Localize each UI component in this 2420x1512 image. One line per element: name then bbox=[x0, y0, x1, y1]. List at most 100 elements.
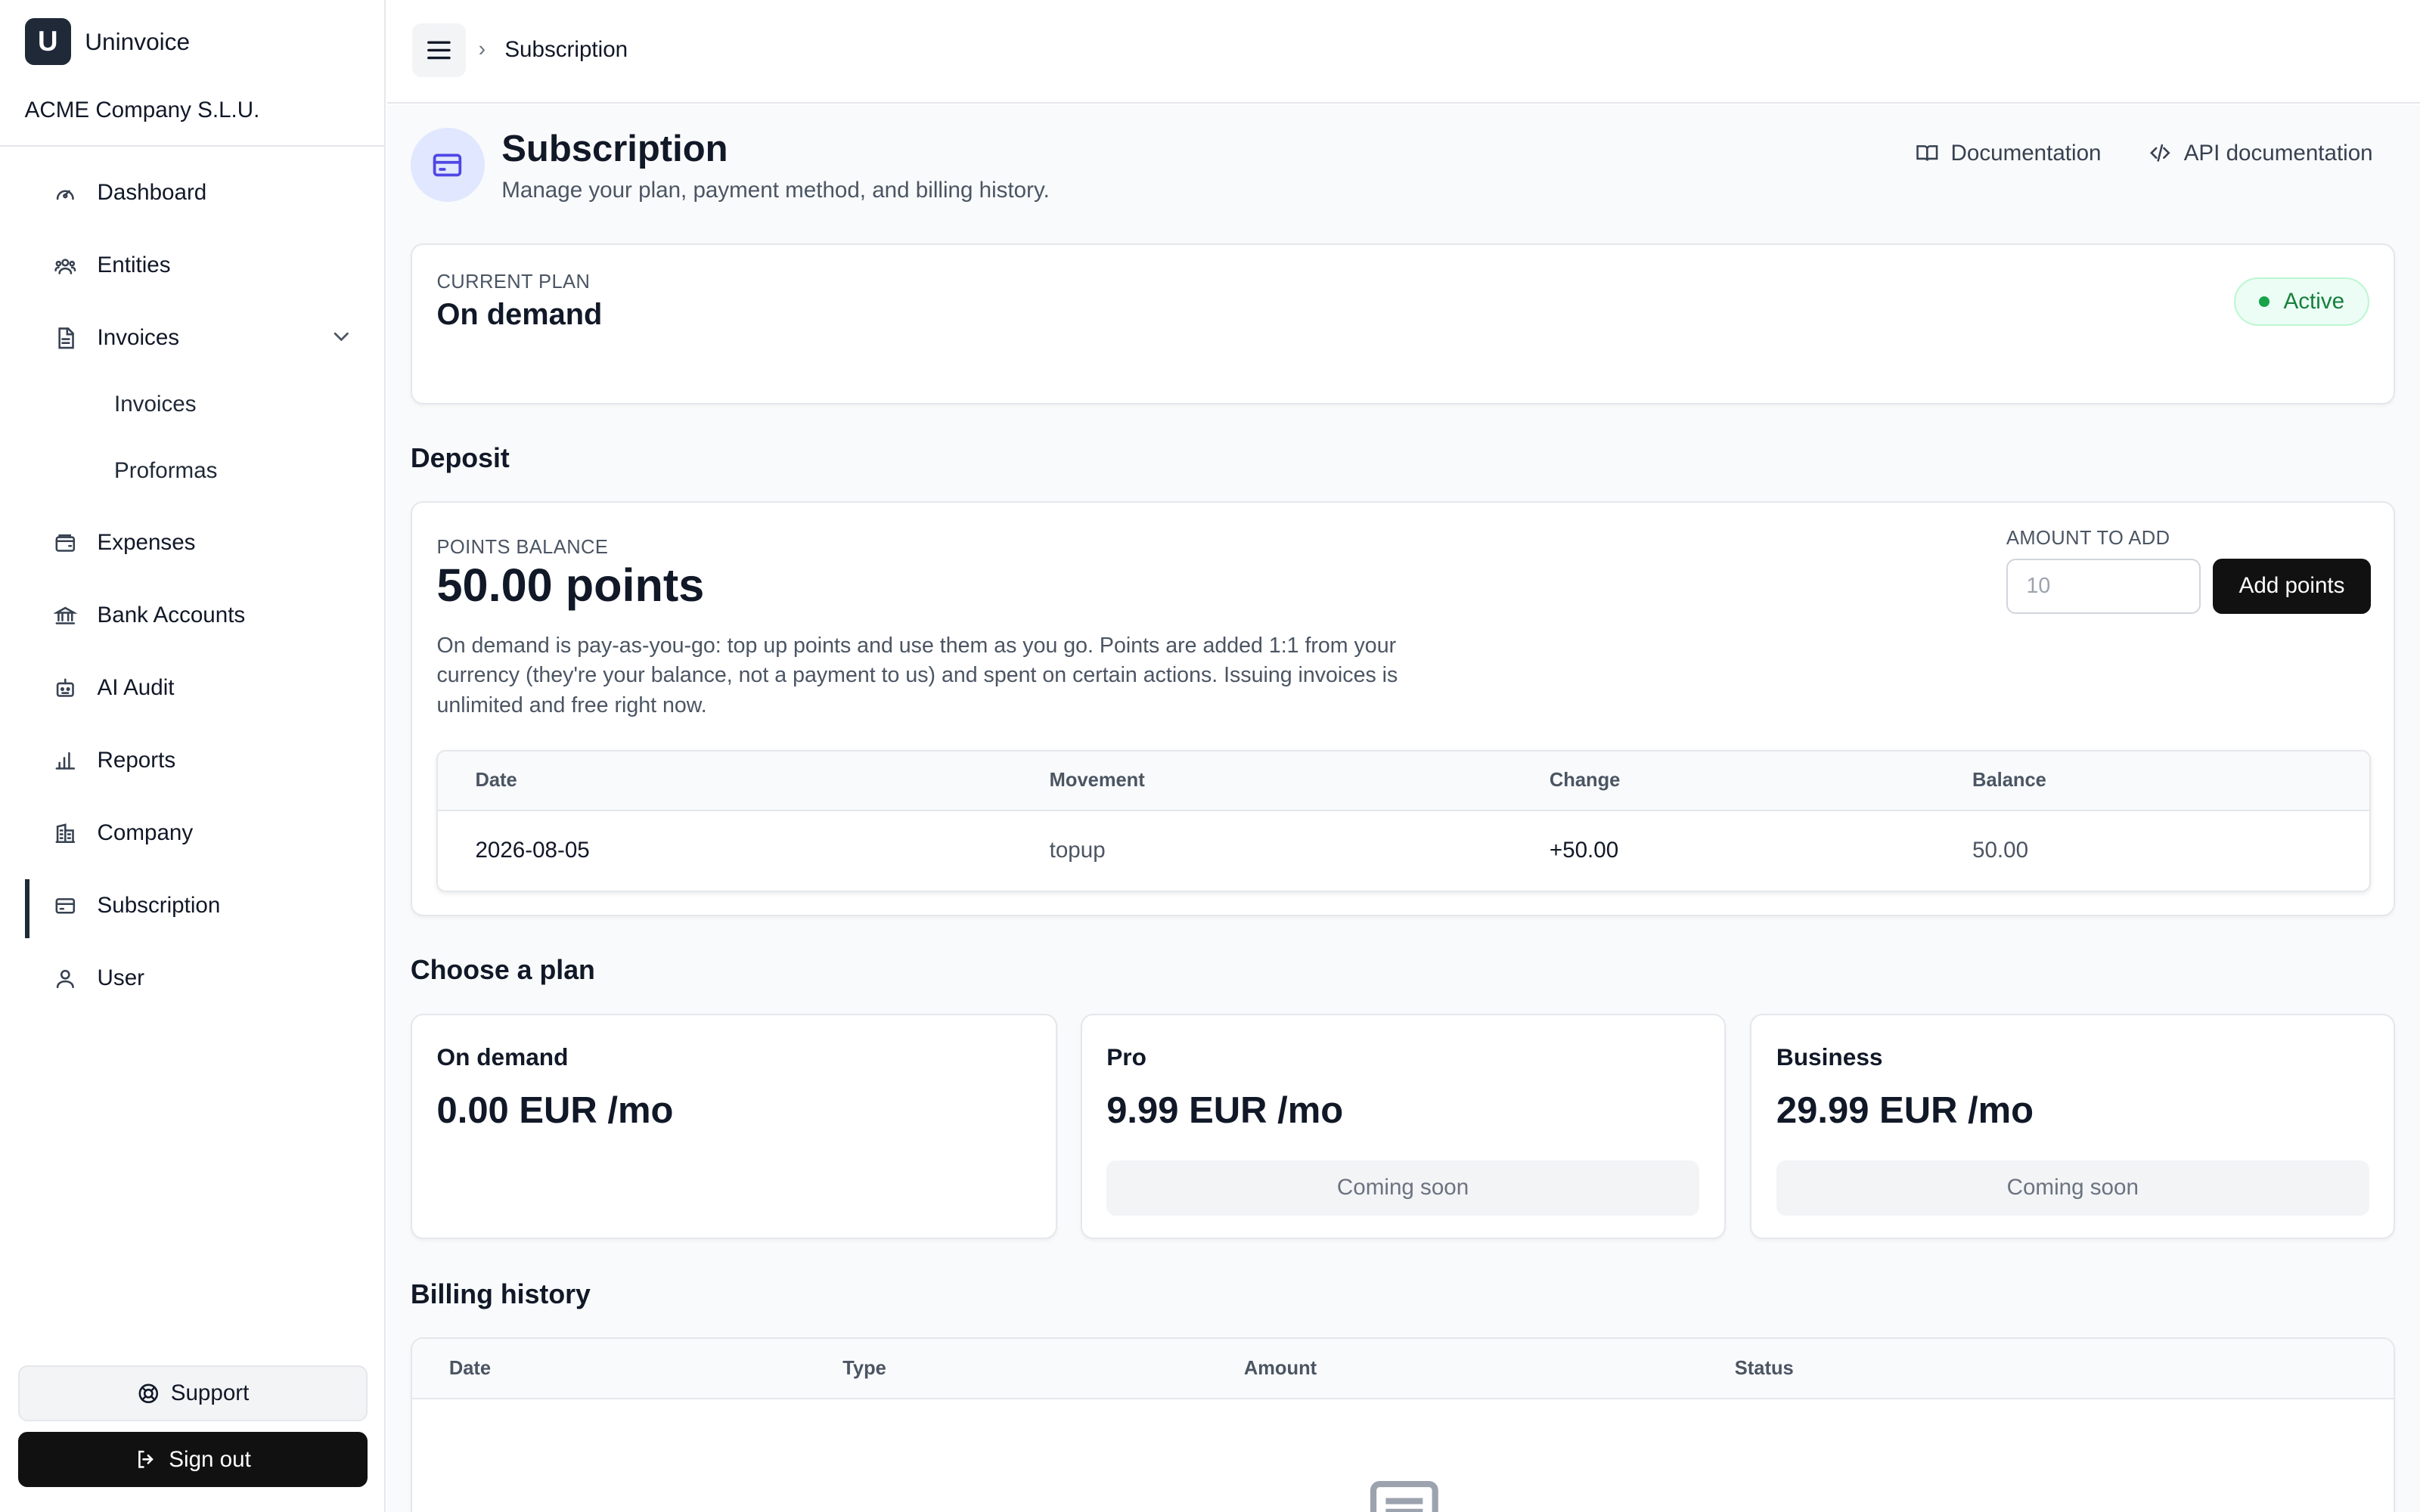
deposit-description: On demand is pay-as-you-go: top up point… bbox=[436, 633, 1398, 718]
billing-history-table: Date Type Amount Status bbox=[410, 1337, 2396, 1512]
add-points-button[interactable]: Add points bbox=[2213, 558, 2371, 615]
active-indicator bbox=[24, 879, 29, 938]
log-out-icon bbox=[138, 1451, 154, 1469]
chevron-down-icon[interactable] bbox=[329, 324, 354, 349]
sidebar-item-label: Entities bbox=[97, 253, 171, 277]
code-icon bbox=[2149, 144, 2170, 163]
plan-price: 0.00 EUR /mo bbox=[436, 1089, 674, 1131]
documentation-link[interactable]: Documentation bbox=[1916, 141, 2102, 166]
book-open-icon bbox=[1916, 145, 1938, 162]
sidebar-item-company[interactable]: Company bbox=[52, 815, 353, 852]
sidebar-item-reports[interactable]: Reports bbox=[52, 742, 353, 779]
coming-soon-button: Coming soon bbox=[1106, 1160, 1699, 1216]
sidebar-item-label: AI Audit bbox=[97, 675, 175, 701]
app-logo: U bbox=[24, 18, 71, 65]
status-badge: Active bbox=[2234, 277, 2369, 326]
deposit-table: Date Movement Change Balance 2026-08-05 … bbox=[436, 749, 2371, 892]
api-documentation-label: API documentation bbox=[2183, 140, 2373, 166]
user-icon bbox=[52, 965, 79, 992]
bot-icon bbox=[52, 675, 79, 702]
choose-plan-title: Choose a plan bbox=[410, 955, 595, 986]
sidebar-item-label: User bbox=[97, 965, 144, 990]
sidebar-item-label: Subscription bbox=[97, 892, 221, 918]
points-balance-value: 50.00 points bbox=[436, 559, 705, 611]
column-header-type: Type bbox=[842, 1357, 886, 1379]
cell-balance: 50.00 bbox=[1972, 838, 2029, 863]
cell-date: 2026-08-05 bbox=[475, 838, 590, 863]
plan-name: Pro bbox=[1106, 1043, 1146, 1070]
sidebar-item-dashboard[interactable]: Dashboard bbox=[52, 175, 353, 212]
column-header-balance: Balance bbox=[1972, 770, 2046, 792]
breadcrumb-separator-icon: › bbox=[478, 36, 486, 61]
gauge-icon bbox=[52, 180, 79, 206]
column-header-amount: Amount bbox=[1243, 1357, 1317, 1379]
sidebar-item-bank-accounts[interactable]: Bank Accounts bbox=[52, 597, 353, 634]
users-icon bbox=[52, 253, 79, 279]
current-plan-name: On demand bbox=[436, 297, 603, 331]
sidebar-item-label: Company bbox=[97, 820, 194, 846]
sidebar-item-subscription[interactable]: Subscription bbox=[52, 887, 353, 924]
sign-out-label: Sign out bbox=[169, 1446, 251, 1472]
plan-card-business: Business 29.99 EUR /mo Coming soon bbox=[1750, 1013, 2396, 1239]
bar-chart-icon bbox=[52, 748, 79, 774]
current-plan-label: CURRENT PLAN bbox=[436, 271, 591, 293]
main-content: Subscription Manage your plan, payment m… bbox=[387, 104, 2420, 1512]
plan-name: On demand bbox=[436, 1043, 569, 1070]
wallet-icon bbox=[52, 530, 79, 556]
sidebar-item-ai-audit[interactable]: AI Audit bbox=[52, 670, 353, 707]
cell-change: +50.00 bbox=[1549, 838, 1619, 863]
sidebar-item-entities[interactable]: Entities bbox=[52, 247, 353, 284]
top-bar: › Subscription bbox=[387, 0, 2420, 104]
sidebar-item-label: Dashboard bbox=[97, 180, 207, 206]
api-documentation-link[interactable]: API documentation bbox=[2149, 141, 2373, 166]
current-plan-card: CURRENT PLAN On demand Active bbox=[410, 243, 2396, 404]
company-name: ACME Company S.L.U. bbox=[24, 97, 260, 122]
breadcrumb: Subscription bbox=[504, 36, 628, 62]
status-dot-icon bbox=[2258, 296, 2270, 308]
billing-history-title: Billing history bbox=[410, 1278, 591, 1309]
amount-to-add-label: AMOUNT TO ADD bbox=[2006, 527, 2170, 549]
deposit-table-header: Date Movement Change Balance bbox=[438, 751, 2369, 812]
sidebar-item-label: Invoices bbox=[97, 324, 180, 350]
sidebar-subitem-proformas[interactable]: Proformas bbox=[114, 458, 217, 484]
page-title: Subscription bbox=[501, 129, 728, 170]
brand[interactable]: U Uninvoice bbox=[24, 18, 191, 65]
sidebar-item-label: Bank Accounts bbox=[97, 603, 246, 628]
support-button[interactable]: Support bbox=[18, 1365, 368, 1421]
documentation-label: Documentation bbox=[1950, 140, 2102, 166]
sign-out-button[interactable]: Sign out bbox=[18, 1431, 368, 1488]
file-text-icon bbox=[52, 325, 79, 352]
hamburger-icon bbox=[427, 41, 451, 60]
amount-input[interactable] bbox=[2006, 558, 2201, 615]
sidebar: U Uninvoice ACME Company S.L.U. Dashboar… bbox=[0, 0, 386, 1512]
deposit-card: POINTS BALANCE 50.00 points On demand is… bbox=[410, 501, 2396, 917]
points-balance-label: POINTS BALANCE bbox=[436, 537, 609, 559]
sidebar-item-invoices[interactable]: Invoices bbox=[52, 319, 353, 356]
plan-price: 9.99 EUR /mo bbox=[1106, 1089, 1344, 1131]
column-header-date: Date bbox=[448, 1357, 492, 1379]
sidebar-item-expenses[interactable]: Expenses bbox=[52, 525, 353, 562]
sidebar-item-label: Reports bbox=[97, 748, 176, 773]
credit-card-icon bbox=[52, 893, 79, 919]
plan-card-on-demand: On demand 0.00 EUR /mo bbox=[410, 1013, 1057, 1239]
column-header-movement: Movement bbox=[1049, 770, 1145, 792]
column-header-status: Status bbox=[1734, 1357, 1794, 1379]
menu-toggle-button[interactable] bbox=[411, 23, 467, 78]
billing-table-header: Date Type Amount Status bbox=[411, 1339, 2394, 1399]
cell-movement: topup bbox=[1049, 838, 1106, 863]
sidebar-subitem-invoices[interactable]: Invoices bbox=[114, 392, 197, 417]
empty-state-icon bbox=[1370, 1481, 1438, 1512]
page-credit-card-icon bbox=[410, 128, 485, 203]
app-name: Uninvoice bbox=[85, 27, 191, 55]
column-header-change: Change bbox=[1549, 770, 1621, 792]
lifebuoy-icon bbox=[138, 1383, 158, 1403]
bank-icon bbox=[52, 603, 79, 629]
plan-card-pro: Pro 9.99 EUR /mo Coming soon bbox=[1080, 1013, 1726, 1239]
plan-price: 29.99 EUR /mo bbox=[1776, 1089, 2034, 1131]
building-icon bbox=[52, 820, 79, 847]
coming-soon-button: Coming soon bbox=[1776, 1160, 2369, 1216]
sidebar-item-user[interactable]: User bbox=[52, 959, 353, 996]
column-header-date: Date bbox=[475, 770, 517, 792]
sidebar-item-label: Expenses bbox=[97, 530, 196, 556]
plan-name: Business bbox=[1776, 1043, 1883, 1070]
